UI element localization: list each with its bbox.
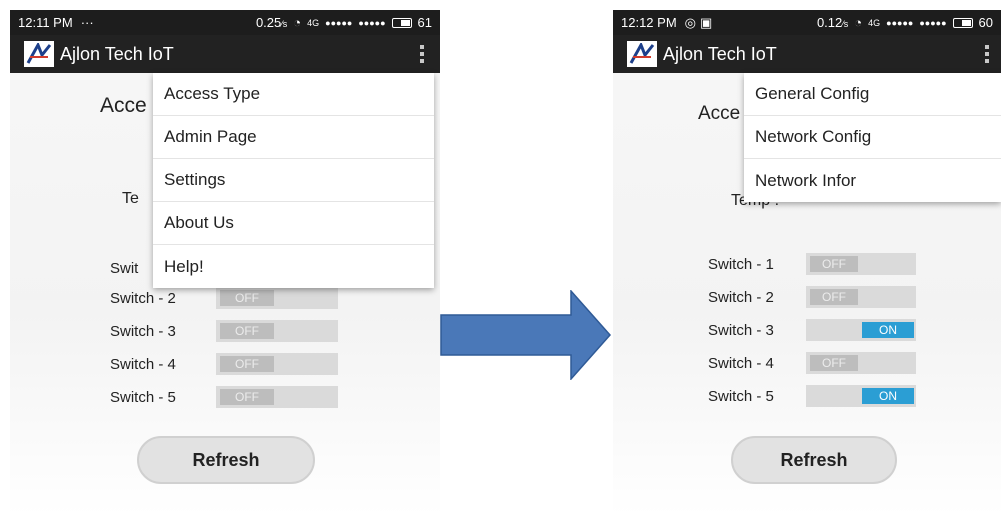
app-bar: Ajlon Tech IoT [10, 35, 440, 73]
signal-icon-2: ●●●●● [358, 17, 386, 28]
switch-row-4: Switch - 4 OFF [110, 352, 338, 376]
switch-label: Switch - 3 [110, 322, 176, 340]
switch-row-3: Switch - 3 ON [708, 318, 916, 342]
switch-toggle[interactable]: OFF [216, 320, 338, 342]
refresh-button[interactable]: Refresh [137, 436, 315, 484]
overflow-menu-icon[interactable] [420, 45, 424, 63]
gallery-icon: ▣ [700, 14, 713, 30]
switch-toggle[interactable]: OFF [216, 386, 338, 408]
toggle-state: OFF [810, 256, 858, 272]
toggle-state: ON [862, 322, 914, 338]
switch-label: Switch - 4 [110, 355, 176, 373]
toggle-state: OFF [220, 356, 274, 372]
transition-arrow-icon [440, 290, 612, 380]
switch-label: Switch - 4 [708, 354, 774, 372]
status-time: 12:12 PM [621, 15, 677, 30]
network-type: 4G [307, 17, 320, 28]
page-title: Acce [698, 103, 741, 124]
toggle-state: ON [862, 388, 914, 404]
overflow-menu: General Config Network Config Network In… [744, 73, 1001, 202]
toggle-state: OFF [810, 355, 858, 371]
overflow-menu: Access Type Admin Page Settings About Us… [153, 73, 434, 288]
phone-screen-before: 12:11 PM ··· 0.25⁄s ◔ 4G ●●●●● ●●●●● 61 … [10, 10, 440, 517]
switch-label: Switch - 3 [708, 321, 774, 339]
battery-icon [391, 17, 412, 28]
menu-item-settings[interactable]: Settings [153, 159, 434, 202]
toggle-state: OFF [810, 289, 858, 305]
switch-row-5: Switch - 5 ON [708, 384, 916, 408]
menu-item-access-type[interactable]: Access Type [153, 73, 434, 116]
data-rate: 0.25⁄s [255, 15, 288, 30]
switch-toggle[interactable]: ON [806, 385, 916, 407]
switch-label: Switch - 2 [110, 289, 176, 307]
app-title: Ajlon Tech IoT [60, 43, 174, 64]
switch-toggle[interactable]: OFF [806, 352, 916, 374]
switch-row-2: Switch - 2 OFF [708, 285, 916, 309]
app-title: Ajlon Tech IoT [663, 43, 777, 64]
switch-row-3: Switch - 3 OFF [110, 319, 338, 343]
switch-label: Switch - 5 [708, 387, 774, 405]
app-logo-icon [627, 41, 657, 67]
switch-toggle[interactable]: OFF [216, 353, 338, 375]
switch-label: Switch - 5 [110, 388, 176, 406]
switch-row-5: Switch - 5 OFF [110, 385, 338, 409]
battery-level: 61 [417, 15, 432, 30]
menu-item-general-config[interactable]: General Config [744, 73, 1001, 116]
switch-row-1: Switch - 1 OFF [708, 252, 916, 276]
wifi-icon: ◔ [293, 15, 302, 30]
menu-item-admin-page[interactable]: Admin Page [153, 116, 434, 159]
battery-icon [952, 17, 973, 28]
app-logo-icon [24, 41, 54, 67]
network-type: 4G [868, 17, 881, 28]
menu-item-network-infor[interactable]: Network Infor [744, 159, 1001, 202]
menu-item-about-us[interactable]: About Us [153, 202, 434, 245]
signal-icon: ●●●●● [886, 17, 914, 28]
signal-icon-2: ●●●●● [919, 17, 947, 28]
switch-toggle[interactable]: ON [806, 319, 916, 341]
menu-item-network-config[interactable]: Network Config [744, 116, 1001, 159]
switch-toggle[interactable]: OFF [216, 287, 338, 309]
menu-item-help[interactable]: Help! [153, 245, 434, 288]
overflow-menu-icon[interactable] [985, 45, 989, 63]
page-title: Acce [100, 94, 147, 117]
wifi-icon: ◔ [854, 15, 863, 30]
status-bar: 12:11 PM ··· 0.25⁄s ◔ 4G ●●●●● ●●●●● 61 [10, 10, 440, 35]
signal-icon: ●●●●● [325, 17, 353, 28]
switch-toggle[interactable]: OFF [806, 286, 916, 308]
temp-label: Te [122, 190, 139, 207]
switch-toggle[interactable]: OFF [806, 253, 916, 275]
app-bar: Ajlon Tech IoT [613, 35, 1001, 73]
refresh-button[interactable]: Refresh [731, 436, 897, 484]
toggle-state: OFF [220, 290, 274, 306]
switch-row-2: Switch - 2 OFF [110, 286, 338, 310]
status-time: 12:11 PM [18, 15, 73, 30]
switch-row-4: Switch - 4 OFF [708, 351, 916, 375]
switch-label: Switch - 1 [708, 255, 774, 273]
status-bar: 12:12 PM ◎ ▣ 0.12⁄s ◔ 4G ●●●●● ●●●●● 60 [613, 10, 1001, 35]
toggle-state: OFF [220, 323, 274, 339]
data-rate: 0.12⁄s [816, 15, 849, 30]
battery-level: 60 [978, 15, 993, 30]
toggle-state: OFF [220, 389, 274, 405]
whatsapp-icon: ◎ [684, 14, 696, 30]
phone-screen-after: 12:12 PM ◎ ▣ 0.12⁄s ◔ 4G ●●●●● ●●●●● 60 … [613, 10, 1001, 517]
switch-label: Switch - 2 [708, 288, 774, 306]
status-extra: ··· [80, 15, 94, 30]
